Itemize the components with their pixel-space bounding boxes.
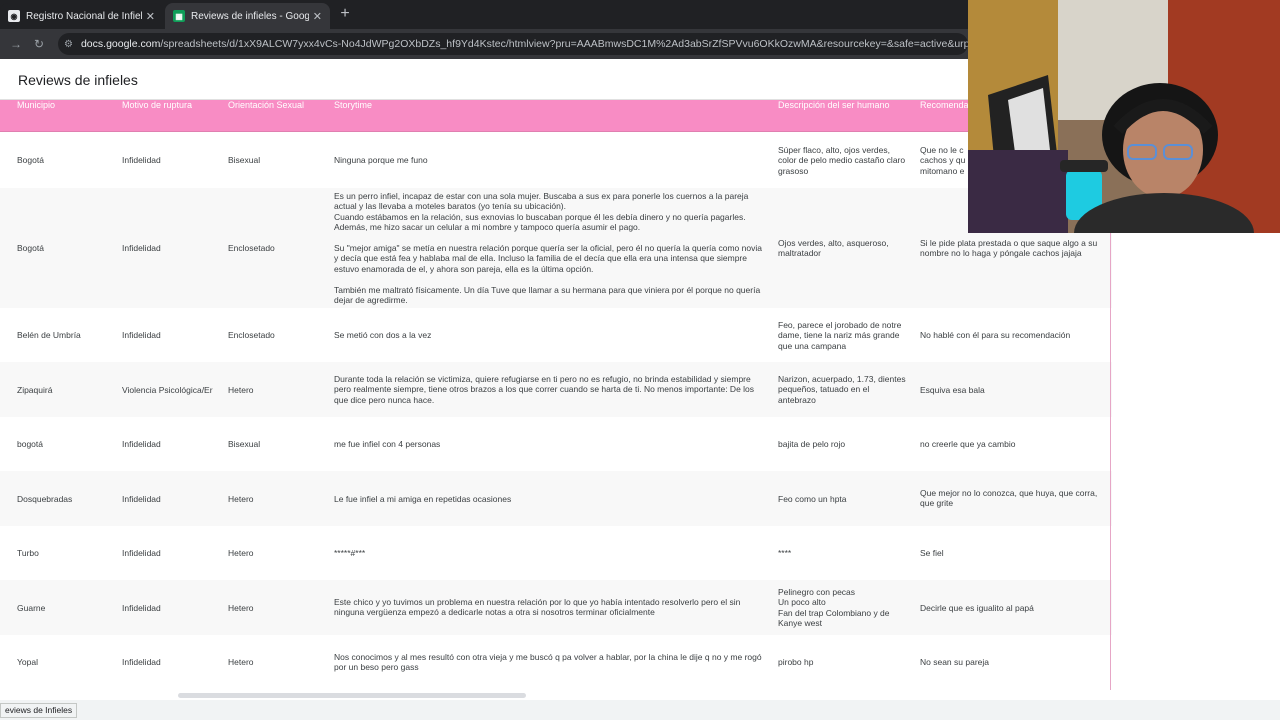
cell-municipio[interactable]: Turbo bbox=[17, 548, 117, 558]
cell-orientacion[interactable]: Bisexual bbox=[228, 439, 328, 449]
cell-orientacion[interactable]: Enclosetado bbox=[228, 243, 328, 253]
tab-registro[interactable]: ◉ Registro Nacional de Infieles | ✕ bbox=[0, 3, 163, 29]
cell-descripcion[interactable]: Feo, parece el jorobado de notre dame, t… bbox=[778, 320, 908, 351]
cell-recomendacion[interactable]: Decirle que es igualito al papá bbox=[920, 603, 1106, 613]
cell-orientacion[interactable]: Hetero bbox=[228, 548, 328, 558]
table-row: Belén de Umbría Infidelidad Enclosetado Se … bbox=[0, 308, 1112, 362]
cell-motivo[interactable]: Violencia Psicológica/Er bbox=[122, 385, 224, 395]
site-info-icon[interactable]: ⚙ bbox=[64, 39, 73, 50]
table-row: Zipaquirá Violencia Psicológica/Er Hetero D… bbox=[0, 362, 1112, 417]
cell-municipio[interactable]: Dosquebradas bbox=[17, 494, 117, 504]
horizontal-scrollbar[interactable] bbox=[0, 690, 1112, 700]
cell-storytime[interactable]: me fue infiel con 4 personas bbox=[334, 439, 766, 449]
table-row: bogotá Infidelidad Bisexual me fue infiel c… bbox=[0, 417, 1112, 471]
cell-orientacion[interactable]: Hetero bbox=[228, 385, 328, 395]
column-header-row: Municipio Motivo de ruptura Orientación … bbox=[0, 100, 1112, 132]
cell-descripcion[interactable]: Ojos verdes, alto, asqueroso, maltratado… bbox=[778, 238, 908, 259]
webcam-overlay bbox=[968, 0, 1280, 233]
new-tab-icon[interactable]: + bbox=[336, 5, 354, 23]
table-row: Bogotá Infidelidad Bisexual Ninguna porque … bbox=[0, 132, 1112, 188]
cell-storytime[interactable]: Ninguna porque me funo bbox=[334, 155, 766, 165]
cell-descripcion[interactable]: Feo como un hpta bbox=[778, 494, 908, 504]
close-icon[interactable]: ✕ bbox=[313, 10, 322, 23]
cell-motivo[interactable]: Infidelidad bbox=[122, 494, 224, 504]
cell-motivo[interactable]: Infidelidad bbox=[122, 657, 224, 667]
cell-descripcion[interactable]: bajita de pelo rojo bbox=[778, 439, 908, 449]
table-row: Dosquebradas Infidelidad Hetero Le fue infi… bbox=[0, 471, 1112, 526]
cell-orientacion[interactable]: Enclosetado bbox=[228, 330, 328, 340]
cell-municipio[interactable]: Zipaquirá bbox=[17, 385, 117, 395]
cell-recomendacion[interactable]: No hablé con él para su recomendación bbox=[920, 330, 1106, 340]
cell-storytime[interactable]: Durante toda la relación se victimiza, q… bbox=[334, 374, 766, 405]
page-title: Reviews de infieles bbox=[18, 72, 138, 88]
tab-title: Reviews de infieles - Google Do bbox=[191, 10, 309, 22]
column-header-storytime[interactable]: Storytime bbox=[334, 100, 764, 110]
table-row: Guarne Infidelidad Hetero Este chico y yo t… bbox=[0, 580, 1112, 635]
cell-motivo[interactable]: Infidelidad bbox=[122, 548, 224, 558]
cell-orientacion[interactable]: Hetero bbox=[228, 494, 328, 504]
cell-motivo[interactable]: Infidelidad bbox=[122, 330, 224, 340]
close-icon[interactable]: ✕ bbox=[146, 10, 155, 23]
table-row: Yopal Infidelidad Hetero Nos conocimos y al… bbox=[0, 635, 1112, 689]
status-bar bbox=[0, 700, 1280, 720]
cell-municipio[interactable]: Yopal bbox=[17, 657, 117, 667]
cell-storytime[interactable]: Este chico y yo tuvimos un problema en n… bbox=[334, 597, 766, 618]
cell-recomendacion[interactable]: Esquiva esa bala bbox=[920, 385, 1106, 395]
cell-storytime[interactable]: *****#*** bbox=[334, 548, 766, 558]
reload-icon[interactable]: ↻ bbox=[31, 36, 47, 52]
table-row: Turbo Infidelidad Hetero *****#*** **** Se fi… bbox=[0, 526, 1112, 580]
app-icon: ◉ bbox=[8, 10, 20, 22]
column-header-municipio[interactable]: Municipio bbox=[17, 100, 117, 110]
column-header-orientacion[interactable]: Orientación Sexual bbox=[228, 100, 328, 110]
cell-recomendacion[interactable]: No sean su pareja bbox=[920, 657, 1106, 667]
cell-motivo[interactable]: Infidelidad bbox=[122, 243, 224, 253]
cell-motivo[interactable]: Infidelidad bbox=[122, 439, 224, 449]
tab-reviews[interactable]: ▦ Reviews de infieles - Google Do ✕ bbox=[165, 3, 330, 29]
column-header-descripcion[interactable]: Descripción del ser humano bbox=[778, 100, 914, 110]
cell-orientacion[interactable]: Hetero bbox=[228, 657, 328, 667]
cell-storytime[interactable]: Es un perro infiel, incapaz de estar con… bbox=[334, 191, 766, 305]
cell-descripcion[interactable]: pirobo hp bbox=[778, 657, 908, 667]
cell-descripcion[interactable]: Pelinegro con pecas Un poco alto Fan del… bbox=[778, 587, 908, 629]
forward-icon[interactable]: → bbox=[8, 36, 24, 52]
cell-municipio[interactable]: Guarne bbox=[17, 603, 117, 613]
table-row: Bogotá Infidelidad Enclosetado Es un perro … bbox=[0, 188, 1112, 308]
cell-storytime[interactable]: Se metió con dos a la vez bbox=[334, 330, 766, 340]
cell-storytime[interactable]: Le fue infiel a mi amiga en repetidas oc… bbox=[334, 494, 766, 504]
webcam-feed bbox=[968, 0, 1280, 233]
cell-storytime[interactable]: Nos conocimos y al mes resultó con otra … bbox=[334, 652, 766, 673]
cell-descripcion[interactable]: Súper flaco, alto, ojos verdes, color de… bbox=[778, 145, 908, 176]
cell-recomendacion[interactable]: Que mejor no lo conozca, que huya, que c… bbox=[920, 488, 1106, 509]
cell-recomendacion[interactable]: no creerle que ya cambio bbox=[920, 439, 1106, 449]
cell-orientacion[interactable]: Bisexual bbox=[228, 155, 328, 165]
status-tooltip: eviews de Infieles bbox=[0, 703, 78, 718]
url-path: /spreadsheets/d/1xX9ALCW7yxx4vCs-No4JdWP… bbox=[160, 38, 968, 50]
column-header-motivo[interactable]: Motivo de ruptura bbox=[122, 100, 222, 110]
cell-recomendacion[interactable]: Si le pide plata prestada o que saque al… bbox=[920, 238, 1106, 259]
cell-municipio[interactable]: Bogotá bbox=[17, 155, 117, 165]
cell-motivo[interactable]: Infidelidad bbox=[122, 603, 224, 613]
cell-municipio[interactable]: Belén de Umbría bbox=[17, 330, 117, 340]
cell-motivo[interactable]: Infidelidad bbox=[122, 155, 224, 165]
cell-municipio[interactable]: bogotá bbox=[17, 439, 117, 449]
sheets-icon: ▦ bbox=[173, 10, 185, 22]
url-host: docs.google.com bbox=[80, 38, 161, 50]
cell-municipio[interactable]: Bogotá bbox=[17, 243, 117, 253]
scrollbar-thumb[interactable] bbox=[178, 693, 526, 698]
cell-descripcion[interactable]: Narizon, acuerpado, 1.73, dientes pequeñ… bbox=[778, 374, 908, 405]
cell-recomendacion[interactable]: Se fiel bbox=[920, 548, 1106, 558]
tab-title: Registro Nacional de Infieles | bbox=[26, 10, 142, 22]
sheet-header: Reviews de infieles bbox=[0, 59, 968, 100]
sheet-table: Municipio Motivo de ruptura Orientación … bbox=[0, 100, 1112, 690]
address-bar[interactable]: ⚙ docs.google.com/spreadsheets/d/1xX9ALC… bbox=[58, 33, 968, 55]
cell-descripcion[interactable]: **** bbox=[778, 548, 908, 558]
cell-orientacion[interactable]: Hetero bbox=[228, 603, 328, 613]
